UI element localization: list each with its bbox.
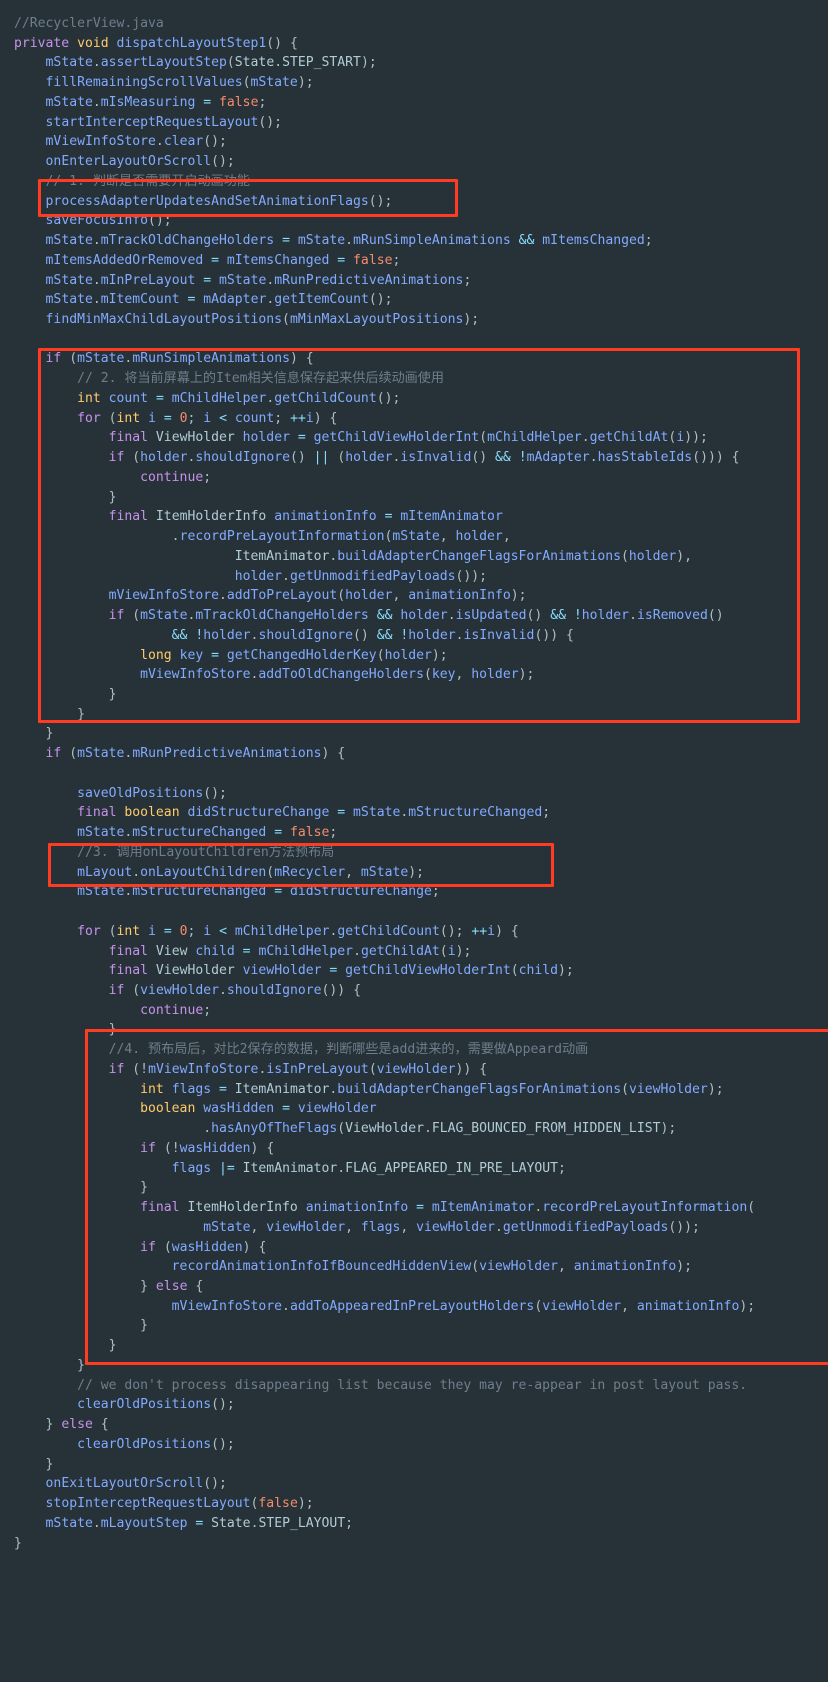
code-line: } bbox=[77, 1357, 85, 1373]
code-line: if (!mViewInfoStore.isInPreLayout(viewHo… bbox=[108, 1061, 488, 1077]
code-line: fillRemainingScrollValues(mState); bbox=[45, 75, 314, 91]
code-line: if (viewHolder.shouldIgnore()) { bbox=[108, 982, 361, 998]
code-line: if (mState.mRunSimpleAnimations) { bbox=[45, 351, 314, 367]
code-line: } bbox=[108, 1338, 117, 1354]
code-line: mState, viewHolder, flags, viewHolder.ge… bbox=[203, 1219, 700, 1235]
code-line: } bbox=[108, 686, 117, 702]
code-line: for (int i = 0; i < count; ++i) { bbox=[77, 410, 338, 426]
code-line: clearOldPositions(); bbox=[77, 1436, 235, 1452]
code-line: recordAnimationInfoIfBouncedHiddenView(v… bbox=[171, 1259, 693, 1275]
code-line: mState.mLayoutStep = State.STEP_LAYOUT; bbox=[45, 1515, 354, 1531]
code-line: mViewInfoStore.clear(); bbox=[45, 134, 227, 150]
code-line: //3. 调用onLayoutChildren方法预布局 bbox=[14, 844, 335, 860]
code-line: final ItemHolderInfo animationInfo = mIt… bbox=[140, 1200, 756, 1216]
code-line: stopInterceptRequestLayout(false); bbox=[45, 1496, 314, 1512]
code-line: clearOldPositions(); bbox=[77, 1397, 235, 1413]
code-line: } bbox=[77, 706, 85, 722]
code-line: } else { bbox=[45, 1417, 109, 1433]
code-line: continue; bbox=[140, 469, 212, 485]
code-line: holder.getUnmodifiedPayloads()); bbox=[234, 568, 488, 584]
code-line: for (int i = 0; i < mChildHelper.getChil… bbox=[77, 923, 519, 939]
code-line: mState.mTrackOldChangeHolders = mState.m… bbox=[45, 233, 653, 249]
code-line: onEnterLayoutOrScroll(); bbox=[45, 154, 235, 170]
code-line: final boolean didStructureChange = mStat… bbox=[77, 805, 551, 821]
code-line: } bbox=[140, 1318, 149, 1334]
code-line: } bbox=[108, 1022, 117, 1038]
code-line: } bbox=[140, 1180, 149, 1196]
code-line: } bbox=[45, 726, 54, 742]
code-line: .hasAnyOfTheFlags(ViewHolder.FLAG_BOUNCE… bbox=[203, 1121, 677, 1137]
code-line: } else { bbox=[140, 1279, 204, 1294]
code-line: mViewInfoStore.addToPreLayout(holder, an… bbox=[108, 588, 527, 604]
code-line: saveFocusInfo(); bbox=[45, 213, 172, 229]
code-line: mState.mStructureChanged = didStructureC… bbox=[77, 884, 440, 900]
code-line: && !holder.shouldIgnore() && !holder.isI… bbox=[171, 627, 574, 643]
code-line: if (holder.shouldIgnore() || (holder.isI… bbox=[108, 450, 740, 466]
code-line: mItemsAddedOrRemoved = mItemsChanged = f… bbox=[45, 252, 401, 268]
code-line: mViewInfoStore.addToOldChangeHolders(key… bbox=[140, 667, 535, 683]
code-line: mState.assertLayoutStep(State.STEP_START… bbox=[45, 55, 377, 71]
code-line: int flags = ItemAnimator.buildAdapterCha… bbox=[140, 1081, 724, 1097]
code-line: // 2. 将当前屏幕上的Item相关信息保存起来供后续动画使用 bbox=[14, 371, 444, 387]
code-line: long key = getChangedHolderKey(holder); bbox=[140, 647, 448, 663]
code-line: } bbox=[14, 1535, 22, 1551]
code-line: findMinMaxChildLayoutPositions(mMinMaxLa… bbox=[45, 312, 480, 328]
code-line: flags |= ItemAnimator.FLAG_APPEARED_IN_P… bbox=[171, 1160, 566, 1176]
code-line: final ViewHolder viewHolder = getChildVi… bbox=[108, 963, 574, 979]
code-line: processAdapterUpdatesAndSetAnimationFlag… bbox=[45, 193, 393, 209]
code-line: // 1. 判断是否需要开启动画功能 bbox=[14, 173, 250, 189]
code-line: if (mState.mTrackOldChangeHolders && hol… bbox=[108, 608, 724, 624]
code-line: //4. 预布局后，对比2保存的数据，判断哪些是add进来的，需要做Appear… bbox=[14, 1042, 589, 1058]
code-line: mState.mIsMeasuring = false; bbox=[45, 94, 267, 110]
code-screenshot: //RecyclerView.java private void dispatch… bbox=[0, 0, 828, 1682]
code-line: if (mState.mRunPredictiveAnimations) { bbox=[45, 746, 346, 762]
code-line: final View child = mChildHelper.getChild… bbox=[108, 943, 472, 959]
code-line: mViewInfoStore.addToAppearedInPreLayoutH… bbox=[171, 1298, 756, 1314]
code-line: mState.mItemCount = mAdapter.getItemCoun… bbox=[45, 292, 393, 308]
code-line: ItemAnimator.buildAdapterChangeFlagsForA… bbox=[234, 548, 693, 564]
code-line: mState.mStructureChanged = false; bbox=[77, 825, 338, 841]
code-line: saveOldPositions(); bbox=[77, 785, 227, 801]
code-line: final ViewHolder holder = getChildViewHo… bbox=[108, 430, 708, 446]
code-line: // we don't process disappearing list be… bbox=[14, 1377, 748, 1393]
code-line: mLayout.onLayoutChildren(mRecycler, mSta… bbox=[77, 864, 425, 880]
code-line: continue; bbox=[140, 1002, 212, 1018]
code-line: mState.mInPreLayout = mState.mRunPredict… bbox=[45, 272, 472, 288]
code-line: onExitLayoutOrScroll(); bbox=[45, 1476, 227, 1492]
code-line: } bbox=[108, 489, 117, 505]
code-line: } bbox=[45, 1456, 54, 1472]
code-line: private void dispatchLayoutStep1() { bbox=[14, 35, 298, 51]
code-line: .recordPreLayoutInformation(mState, hold… bbox=[171, 529, 511, 545]
code-block: //RecyclerView.java private void dispatch… bbox=[0, 0, 828, 1553]
code-line: boolean wasHidden = viewHolder bbox=[140, 1101, 377, 1117]
code-line: if (!wasHidden) { bbox=[140, 1140, 275, 1156]
code-line: startInterceptRequestLayout(); bbox=[45, 114, 283, 130]
code-line: int count = mChildHelper.getChildCount()… bbox=[77, 390, 401, 406]
code-line: //RecyclerView.java bbox=[14, 16, 164, 31]
code-line: if (wasHidden) { bbox=[140, 1239, 267, 1255]
code-line: final ItemHolderInfo animationInfo = mIt… bbox=[108, 509, 503, 525]
